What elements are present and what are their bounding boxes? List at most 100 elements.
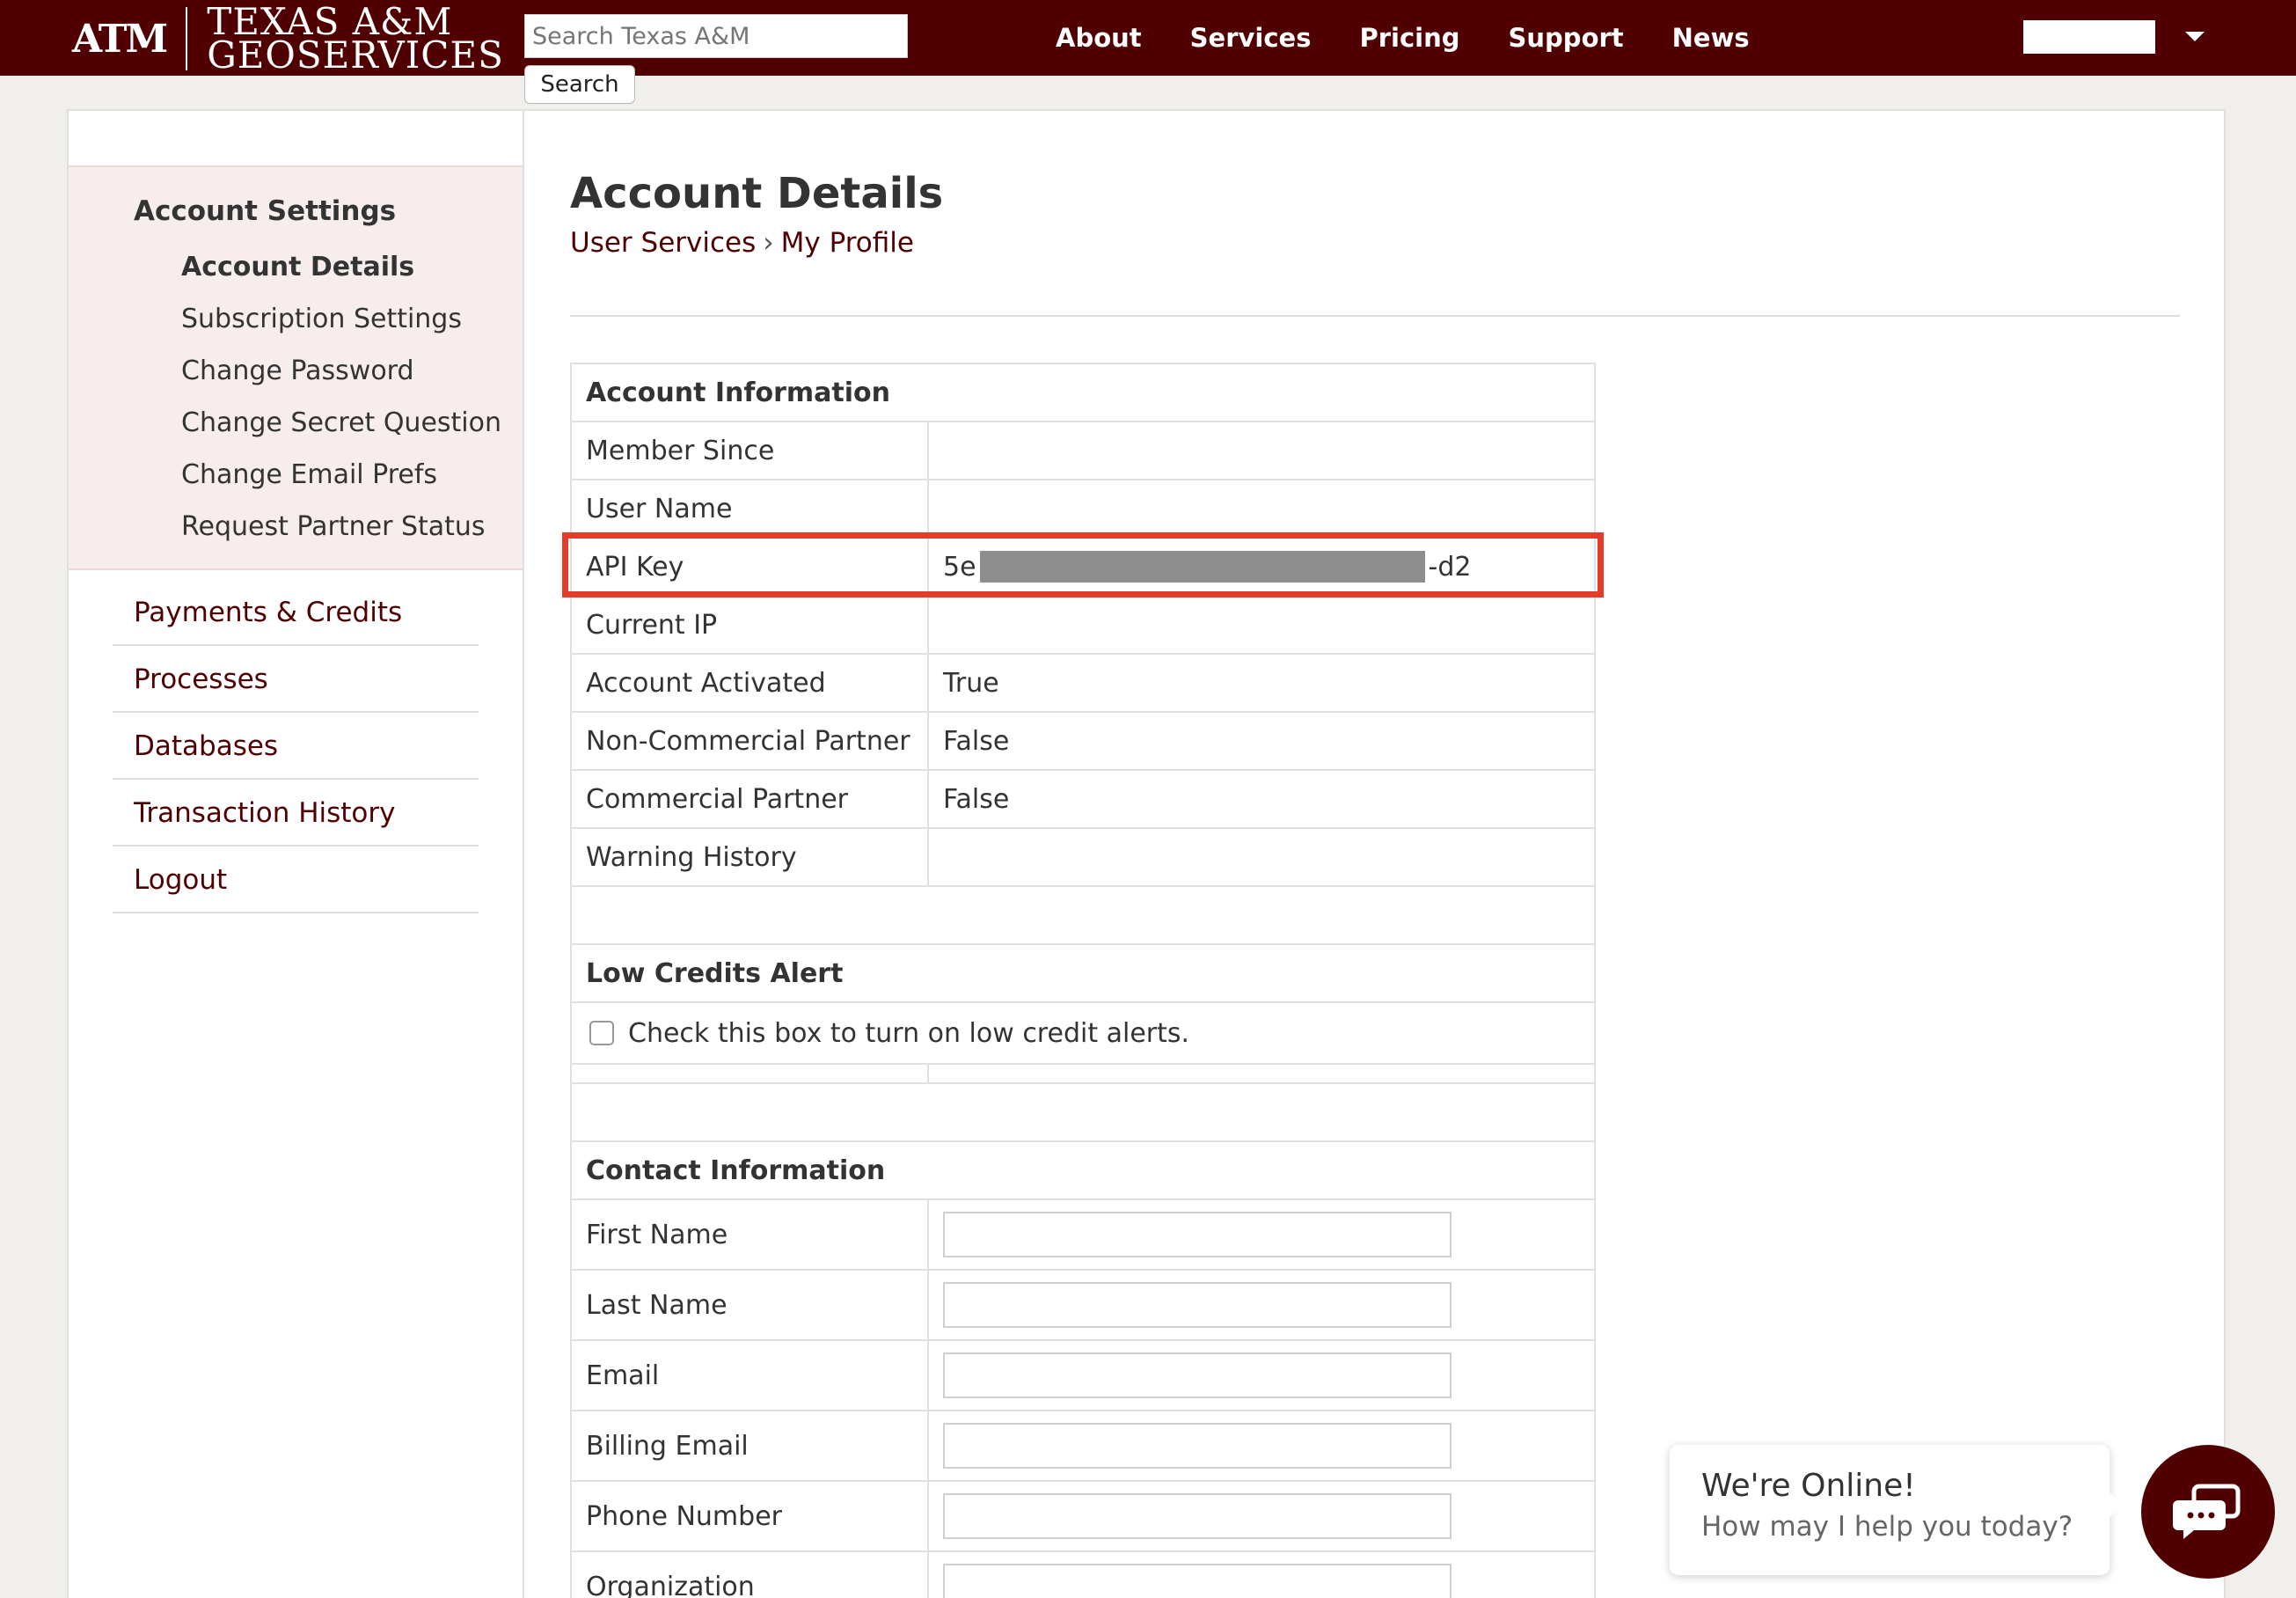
spacer-row	[572, 1084, 1594, 1142]
sidebar-links: Payments & Credits Processes Databases T…	[69, 570, 523, 913]
row-label: First Name	[572, 1200, 929, 1269]
sidebar-item-transaction-history[interactable]: Transaction History	[113, 780, 479, 847]
sidebar-item-payments-credits[interactable]: Payments & Credits	[113, 579, 479, 646]
row-value: False	[943, 783, 1010, 815]
logo-wordmark: TEXAS A&M GEOSERVICES	[207, 4, 504, 77]
row-label: Organization	[572, 1552, 929, 1598]
nav-news[interactable]: News	[1672, 23, 1750, 53]
row-label: Email	[572, 1341, 929, 1410]
sidebar: Account Settings Account Details Subscri…	[69, 111, 524, 1598]
sidebar-item-logout[interactable]: Logout	[113, 847, 479, 913]
row-label: Account Activated	[572, 655, 929, 711]
breadcrumb-user-services[interactable]: User Services	[570, 227, 756, 259]
low-credit-alert-row: Check this box to turn on low credit ale…	[572, 1003, 1594, 1065]
breadcrumb-my-profile[interactable]: My Profile	[781, 227, 914, 259]
row-value	[929, 480, 1594, 537]
row-label: Warning History	[572, 829, 929, 885]
bubble-pointer	[2108, 1491, 2122, 1519]
nav-services[interactable]: Services	[1190, 23, 1312, 53]
row-value	[929, 829, 1594, 885]
redacted-block	[979, 551, 1425, 583]
row-label: Non-Commercial Partner	[572, 713, 929, 769]
divider	[570, 315, 2180, 317]
row-value: True	[943, 667, 999, 699]
table-row: User Name	[572, 480, 1594, 539]
search-button[interactable]: Search	[524, 65, 635, 104]
last-name-field[interactable]	[943, 1282, 1451, 1328]
chevron-down-icon[interactable]	[2185, 32, 2205, 41]
first-name-field[interactable]	[943, 1212, 1451, 1257]
sidebar-item-account-details[interactable]: Account Details	[69, 241, 523, 293]
billing-email-field[interactable]	[943, 1423, 1451, 1469]
table-row: Current IP	[572, 597, 1594, 655]
row-label: Phone Number	[572, 1482, 929, 1550]
profile-table: Account Information Member Since User Na…	[570, 363, 1596, 1598]
row-label: Last Name	[572, 1271, 929, 1339]
table-row: Non-Commercial Partner False	[572, 713, 1594, 771]
account-settings-panel: Account Settings Account Details Subscri…	[69, 167, 523, 570]
spacer-row	[572, 1065, 1594, 1084]
main-container: Account Settings Account Details Subscri…	[67, 109, 2226, 1598]
sidebar-item-subscription-settings[interactable]: Subscription Settings	[69, 293, 523, 345]
chat-title: We're Online!	[1701, 1468, 1916, 1504]
chat-launcher-button[interactable]	[2141, 1445, 2275, 1579]
table-row: Organization	[572, 1552, 1594, 1598]
checkbox-label: Check this box to turn on low credit ale…	[628, 1017, 1190, 1049]
table-row: Account Activated True	[572, 655, 1594, 713]
top-nav: About Services Pricing Support News	[1056, 0, 1798, 76]
breadcrumb-separator: ›	[763, 227, 774, 259]
sidebar-item-change-email-prefs[interactable]: Change Email Prefs	[69, 449, 523, 501]
nav-about[interactable]: About	[1056, 23, 1142, 53]
search-input[interactable]	[524, 14, 908, 58]
sidebar-item-databases[interactable]: Databases	[113, 713, 479, 780]
nav-pricing[interactable]: Pricing	[1359, 23, 1459, 53]
section-heading-account-information: Account Information	[572, 364, 1594, 422]
table-row: Billing Email	[572, 1411, 1594, 1482]
table-row: Commercial Partner False	[572, 771, 1594, 829]
sidebar-item-change-password[interactable]: Change Password	[69, 345, 523, 397]
tamu-logo[interactable]: ATM TEXAS A&M GEOSERVICES	[72, 4, 504, 77]
table-row: Last Name	[572, 1271, 1594, 1341]
logo-divider	[186, 7, 188, 70]
low-credit-alert-checkbox[interactable]	[589, 1021, 614, 1045]
table-row: First Name	[572, 1200, 1594, 1271]
section-heading-contact-information: Contact Information	[572, 1142, 1594, 1200]
breadcrumb: User Services › My Profile	[570, 227, 914, 259]
section-heading-low-credits: Low Credits Alert	[572, 945, 1594, 1003]
row-label: Current IP	[572, 597, 929, 653]
user-menu[interactable]	[2023, 20, 2155, 54]
row-value	[929, 597, 1594, 653]
logo-line-2: GEOSERVICES	[207, 33, 504, 77]
row-value: False	[943, 725, 1010, 757]
chat-icon	[2173, 1484, 2241, 1539]
table-row: Warning History	[572, 829, 1594, 887]
table-row: Phone Number	[572, 1482, 1594, 1552]
api-key-suffix: -d2	[1428, 551, 1472, 583]
row-label: Member Since	[572, 422, 929, 479]
table-row-api-key: API Key 5e -d2	[572, 539, 1594, 597]
row-label: API Key	[572, 539, 929, 595]
organization-field[interactable]	[943, 1564, 1451, 1598]
row-label: Billing Email	[572, 1411, 929, 1480]
sidebar-heading-account-settings[interactable]: Account Settings	[69, 181, 523, 241]
row-value	[929, 422, 1594, 479]
chat-prompt-bubble[interactable]: We're Online! How may I help you today?	[1670, 1445, 2122, 1575]
chat-subtitle: How may I help you today?	[1701, 1511, 2073, 1543]
table-row: Email	[572, 1341, 1594, 1411]
row-label: User Name	[572, 480, 929, 537]
spacer-row	[572, 887, 1594, 945]
top-header: ATM TEXAS A&M GEOSERVICES About Services…	[0, 0, 2296, 76]
phone-number-field[interactable]	[943, 1493, 1451, 1539]
email-field[interactable]	[943, 1352, 1451, 1398]
nav-support[interactable]: Support	[1509, 23, 1624, 53]
api-key-value: 5e -d2	[929, 539, 1594, 595]
sidebar-item-request-partner-status[interactable]: Request Partner Status	[69, 501, 523, 553]
sidebar-top-spacer	[69, 111, 523, 167]
row-label: Commercial Partner	[572, 771, 929, 827]
atm-logo-mark: ATM	[72, 16, 168, 62]
page-title: Account Details	[570, 169, 944, 218]
table-row: Member Since	[572, 422, 1594, 480]
api-key-prefix: 5e	[943, 551, 976, 583]
sidebar-item-processes[interactable]: Processes	[113, 646, 479, 713]
sidebar-item-change-secret-question[interactable]: Change Secret Question	[69, 397, 523, 449]
